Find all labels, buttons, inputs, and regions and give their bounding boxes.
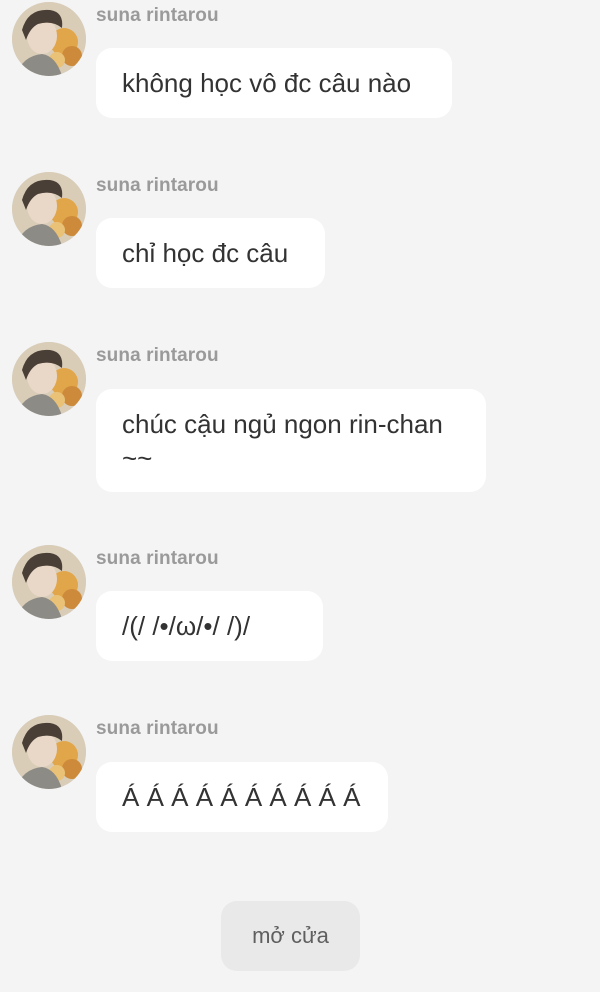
avatar[interactable] xyxy=(12,2,86,76)
avatar-portrait-icon xyxy=(12,2,86,76)
message-bubble[interactable]: chúc cậu ngủ ngon rin-chan ~~ xyxy=(96,389,486,492)
sender-name: suna rintarou xyxy=(96,718,219,739)
avatar[interactable] xyxy=(12,342,86,416)
sender-name: suna rintarou xyxy=(96,548,219,569)
message-bubble[interactable]: chỉ học đc câu xyxy=(96,218,325,288)
sender-name: suna rintarou xyxy=(96,175,219,196)
avatar-portrait-icon xyxy=(12,545,86,619)
avatar-portrait-icon xyxy=(12,172,86,246)
message-bubble[interactable]: Á Á Á Á Á Á Á Á Á Á xyxy=(96,762,388,832)
avatar-portrait-icon xyxy=(12,342,86,416)
avatar[interactable] xyxy=(12,715,86,789)
sender-name: suna rintarou xyxy=(96,5,219,26)
message-bubble[interactable]: không học vô đc câu nào xyxy=(96,48,452,118)
open-door-button[interactable]: mở cửa xyxy=(221,901,360,971)
message-bubble[interactable]: /(/ /•/ω/•/ /)/ xyxy=(96,591,323,661)
sender-name: suna rintarou xyxy=(96,345,219,366)
chat-thread: suna rintarou không học vô đc câu nào su… xyxy=(0,0,600,992)
avatar-portrait-icon xyxy=(12,715,86,789)
avatar[interactable] xyxy=(12,172,86,246)
avatar[interactable] xyxy=(12,545,86,619)
